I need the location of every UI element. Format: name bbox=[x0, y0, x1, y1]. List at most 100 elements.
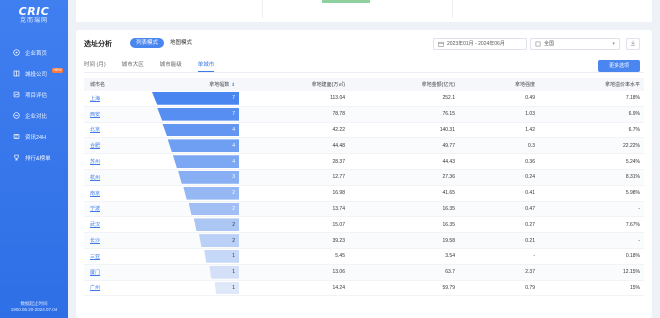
date-range-text: 2023年01月 - 2024年06月 bbox=[447, 41, 505, 47]
city-link[interactable]: 长沙 bbox=[90, 238, 100, 244]
date-range-picker[interactable]: 2023年01月 - 2024年06月 bbox=[433, 38, 527, 50]
cell-intensity: 0.79 bbox=[525, 284, 535, 291]
table-row: 武汉 2 15.07 16.35 0.27 7.67% bbox=[84, 217, 644, 234]
header-count-label: 拿地幅数 bbox=[209, 82, 230, 88]
city-land-table: 城市名 拿地幅数 ⬇ 拿地建面(万㎡) 拿地金额(亿元) 拿地强度 拿地溢价率水… bbox=[84, 78, 644, 297]
city-link[interactable]: 厦门 bbox=[90, 270, 100, 276]
cell-premium: - bbox=[638, 205, 640, 212]
cell-area: 113.04 bbox=[330, 95, 345, 102]
table-row: 杭州 3 12.77 27.36 0.24 8.31% bbox=[84, 169, 644, 186]
cell-count: 1 bbox=[152, 265, 239, 280]
logo-sub-text: 克而瑞网 bbox=[19, 18, 48, 24]
download-button[interactable] bbox=[626, 38, 640, 50]
sidebar-item-label: 城投公司 bbox=[25, 71, 48, 78]
city-select[interactable]: 全国 ▾ bbox=[530, 38, 620, 50]
sidebar-item-label: 项目评估 bbox=[25, 92, 48, 99]
cell-premium: 6.9% bbox=[628, 111, 640, 118]
cell-amount: 76.15 bbox=[442, 111, 455, 118]
cell-premium: 7.67% bbox=[625, 221, 640, 228]
header-amount[interactable]: 拿地金额(亿元) bbox=[349, 81, 459, 88]
city-link[interactable]: 宁波 bbox=[90, 206, 100, 212]
data-range-footer: 数据起止时间 1900.06.20-2024.07.04 bbox=[0, 301, 68, 313]
cell-city: 杭州 bbox=[84, 174, 152, 181]
city-link[interactable]: 合肥 bbox=[90, 143, 100, 149]
calendar-icon bbox=[438, 41, 444, 47]
cell-intensity: 1.42 bbox=[525, 126, 535, 133]
sidebar-item-rankings[interactable]: 排行&榜单 bbox=[0, 147, 68, 168]
count-value: 1 bbox=[232, 284, 235, 291]
cell-count: 7 bbox=[152, 107, 239, 122]
cell-city: 三亚 bbox=[84, 253, 152, 260]
city-link[interactable]: 广州 bbox=[90, 285, 100, 291]
city-link[interactable]: 西安 bbox=[90, 112, 100, 118]
map-mode-button[interactable]: 地图模式 bbox=[164, 38, 198, 48]
cell-city: 上海 bbox=[84, 95, 152, 102]
table-row: 长沙 2 39.23 19.58 0.21 - bbox=[84, 233, 644, 249]
cell-premium: 8.31% bbox=[625, 174, 640, 181]
location-icon bbox=[535, 41, 541, 47]
cell-city: 长沙 bbox=[84, 237, 152, 244]
cell-premium: 7.18% bbox=[625, 95, 640, 102]
header-area[interactable]: 拿地建面(万㎡) bbox=[239, 81, 349, 88]
cell-count: 4 bbox=[152, 154, 239, 169]
sidebar-item-home[interactable]: 企业首页 bbox=[0, 42, 68, 63]
sidebar-item-label: 资讯24H bbox=[25, 134, 47, 141]
table-row: 苏州 4 28.37 44.43 0.36 5.24% bbox=[84, 154, 644, 170]
cell-intensity: 0.47 bbox=[525, 205, 535, 212]
divider bbox=[262, 0, 263, 18]
cell-city: 厦门 bbox=[84, 269, 152, 276]
sidebar: CRIC 克而瑞网 企业首页 城投公司 NEW 项目评估 企业对比 资讯24H … bbox=[0, 0, 68, 318]
count-bar bbox=[162, 123, 239, 137]
table-row: 西安 7 78.78 76.15 1.03 6.9% bbox=[84, 106, 644, 123]
city-link[interactable]: 苏州 bbox=[90, 159, 100, 165]
cell-count: 3 bbox=[152, 170, 239, 185]
city-link[interactable]: 北京 bbox=[90, 127, 100, 133]
cell-intensity: 0.3 bbox=[528, 142, 535, 149]
header-premium[interactable]: 拿地溢价率水平 bbox=[539, 81, 644, 88]
city-link[interactable]: 三亚 bbox=[90, 254, 100, 260]
cell-amount: 16.35 bbox=[442, 221, 455, 228]
list-mode-button[interactable]: 列表模式 bbox=[130, 38, 165, 48]
table-header: 城市名 拿地幅数 ⬇ 拿地建面(万㎡) 拿地金额(亿元) 拿地强度 拿地溢价率水… bbox=[84, 78, 644, 91]
count-bar bbox=[172, 155, 239, 168]
header-count[interactable]: 拿地幅数 ⬇ bbox=[152, 78, 239, 91]
city-link[interactable]: 上海 bbox=[90, 96, 100, 102]
sidebar-item-compare[interactable]: 企业对比 bbox=[0, 105, 68, 126]
header-intensity[interactable]: 拿地强度 bbox=[459, 81, 539, 88]
cell-area: 13.06 bbox=[332, 269, 345, 276]
cell-amount: 41.65 bbox=[442, 190, 455, 197]
table-row: 广州 1 14.24 59.79 0.79 15% bbox=[84, 281, 644, 297]
cell-city: 苏州 bbox=[84, 158, 152, 165]
city-link[interactable]: 杭州 bbox=[90, 175, 100, 181]
cell-city: 北京 bbox=[84, 126, 152, 133]
city-link[interactable]: 武汉 bbox=[90, 222, 100, 228]
cell-premium: 22.22% bbox=[623, 142, 640, 149]
count-value: 2 bbox=[232, 221, 235, 228]
table-row: 宁波 2 13.74 16.35 0.47 - bbox=[84, 201, 644, 218]
compare-icon bbox=[12, 112, 20, 120]
cell-area: 44.48 bbox=[332, 142, 345, 149]
count-value: 7 bbox=[232, 95, 235, 102]
count-value: 1 bbox=[232, 253, 235, 260]
sidebar-item-label: 企业首页 bbox=[25, 50, 48, 57]
sidebar-item-label: 企业对比 bbox=[25, 113, 48, 120]
logo-main-text: CRIC bbox=[18, 5, 50, 18]
more-options-button[interactable]: 更多选项 bbox=[598, 60, 640, 72]
city-link[interactable]: 南京 bbox=[90, 191, 100, 197]
count-value: 4 bbox=[232, 126, 235, 133]
cell-city: 宁波 bbox=[84, 205, 152, 212]
sidebar-item-news[interactable]: 资讯24H bbox=[0, 126, 68, 147]
cell-area: 13.74 bbox=[332, 205, 345, 212]
sidebar-item-urban-investment[interactable]: 城投公司 NEW bbox=[0, 63, 68, 84]
cell-amount: 59.79 bbox=[442, 284, 455, 291]
cell-premium: 5.98% bbox=[625, 190, 640, 197]
cell-premium: 6.7% bbox=[628, 126, 640, 133]
cell-count: 4 bbox=[152, 123, 239, 138]
tabs-divider bbox=[84, 72, 644, 73]
count-bar bbox=[157, 107, 239, 121]
cell-intensity: 0.49 bbox=[525, 95, 535, 102]
cell-premium: 12.15% bbox=[623, 269, 640, 276]
cell-area: 15.07 bbox=[332, 221, 345, 228]
cric-logo[interactable]: CRIC 克而瑞网 bbox=[10, 6, 58, 26]
sidebar-item-project-eval[interactable]: 项目评估 bbox=[0, 84, 68, 105]
